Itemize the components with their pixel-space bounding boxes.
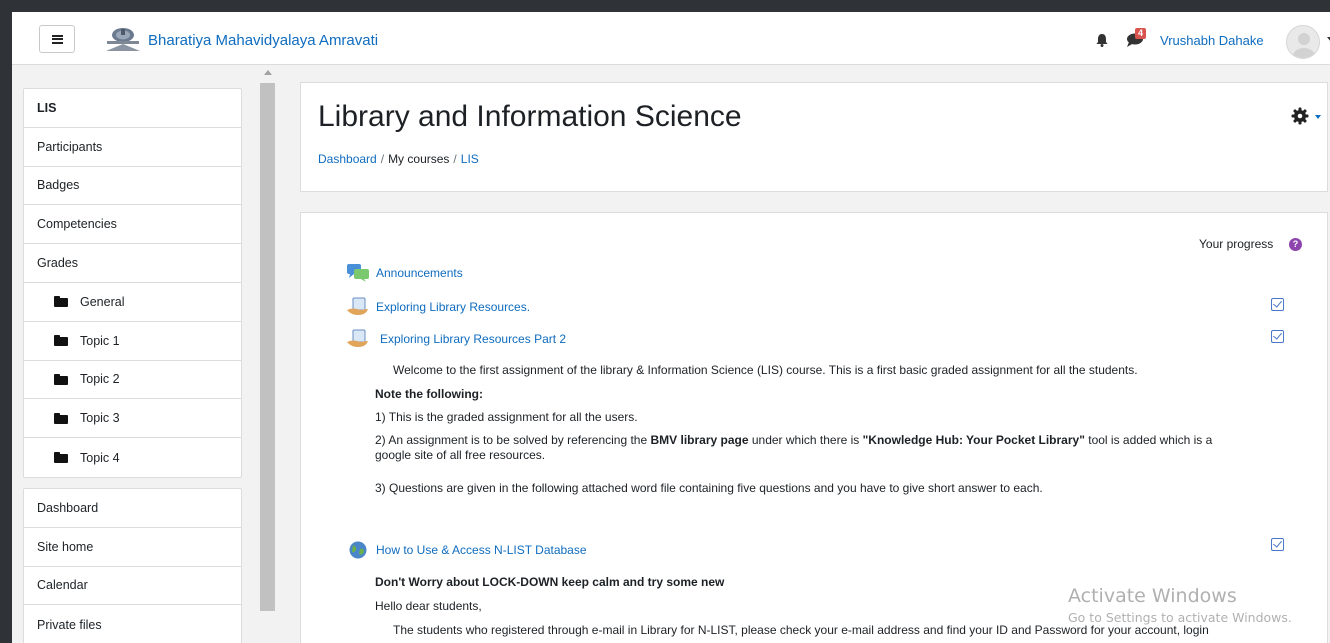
help-icon[interactable]: ? [1289,238,1302,251]
breadcrumb-my-courses[interactable]: My courses [388,152,449,166]
windows-activation-title: Activate Windows [1068,585,1237,607]
sidebar-item-topic-1[interactable]: Topic 1 [24,322,241,361]
sidebar-item-dashboard[interactable]: Dashboard [24,489,241,528]
activity-nlist-database[interactable]: How to Use & Access N-LIST Database [346,540,587,560]
note-point-3: 3) Questions are given in the following … [375,481,1043,495]
note-bold-text: BMV library page [650,433,749,447]
breadcrumb-dashboard[interactable]: Dashboard [318,152,377,166]
gear-icon[interactable] [1291,107,1309,125]
sidebar-item-label: Topic 2 [80,372,120,387]
sidebar-item-label: Private files [37,617,102,632]
note-text: tool is added which is a [1084,433,1213,447]
sidebar-item-topic-3[interactable]: Topic 3 [24,399,241,439]
scroll-up-arrow-icon[interactable] [264,70,272,75]
folder-icon [54,335,68,347]
activity-link[interactable]: Announcements [376,266,463,280]
sidebar-item-label: Grades [37,256,78,271]
nlist-heading: Don't Worry about LOCK-DOWN keep calm an… [375,575,725,589]
drawer-scrollbar-thumb[interactable] [260,83,275,611]
message-count-badge: 4 [1135,28,1147,39]
notifications-bell-icon[interactable] [1095,33,1109,47]
sidebar-item-lis[interactable]: LIS [24,89,241,128]
user-avatar[interactable] [1286,25,1320,59]
sidebar-item-label: Topic 3 [80,411,120,426]
drawer-toggle-button[interactable] [39,25,75,53]
sidebar-item-calendar[interactable]: Calendar [24,567,241,606]
top-navbar: Bharatiya Mahavidyalaya Amravati 4 Vrush… [12,12,1330,65]
note-text: under which there is [748,433,863,447]
folder-icon [54,412,68,424]
sidebar-item-general[interactable]: General [24,283,241,322]
sidebar-item-label: Calendar [37,578,88,593]
sidebar-item-label: Topic 1 [80,333,120,348]
sidebar-item-private-files[interactable]: Private files [24,605,241,643]
sidebar-item-grades[interactable]: Grades [24,244,241,283]
sidebar-item-topic-2[interactable]: Topic 2 [24,361,241,400]
page-header: Library and Information Science Dashboar… [300,82,1328,192]
sidebar-item-site-home[interactable]: Site home [24,528,241,567]
activity-exploring-library-resources-part-2[interactable]: Exploring Library Resources Part 2 [346,329,566,349]
windows-activation-subtitle: Go to Settings to activate Windows. [1068,610,1292,625]
breadcrumb-separator: / [380,152,385,166]
sidebar-item-label: Topic 4 [80,450,120,465]
assignment-intro: Welcome to the first assignment of the l… [393,363,1138,377]
sidebar-item-label: Participants [37,139,103,154]
window-top-frame [0,0,1330,12]
course-content: Your progress ? Announcements Exploring … [300,212,1328,643]
sidebar-item-topic-4[interactable]: Topic 4 [24,438,241,477]
site-name-link[interactable]: Bharatiya Mahavidyalaya Amravati [148,32,378,49]
sidebar-item-label: Badges [37,178,80,193]
nlist-greeting: Hello dear students, [375,599,482,613]
nlist-body: The students who registered through e-ma… [393,623,1209,637]
folder-icon [54,296,68,308]
forum-icon [347,264,369,282]
note-point-1: 1) This is the graded assignment for all… [375,410,638,424]
chevron-down-icon[interactable] [1315,115,1321,119]
completion-checkbox[interactable] [1271,330,1284,343]
activity-exploring-library-resources[interactable]: Exploring Library Resources. [346,297,530,317]
sidebar-item-label: LIS [37,100,57,115]
activity-link[interactable]: Exploring Library Resources Part 2 [380,332,566,346]
sidebar-item-label: Competencies [37,217,117,232]
note-bold-text: "Knowledge Hub: Your Pocket Library" [862,433,1085,447]
completion-checkbox[interactable] [1271,538,1284,551]
page-title: Library and Information Science [318,100,742,133]
assignment-icon [347,297,368,315]
note-text: google site of all free resources. [375,448,546,462]
completion-checkbox[interactable] [1271,298,1284,311]
note-text: 2) An assignment is to be solved by refe… [375,433,651,447]
site-nav-group: Dashboard Site home Calendar Private fil… [23,488,242,643]
assignment-icon [347,329,368,347]
activity-link[interactable]: Exploring Library Resources. [376,300,530,314]
note-point-2: 2) An assignment is to be solved by refe… [375,433,1295,463]
breadcrumb: Dashboard / My courses / LIS [318,152,479,166]
course-nav-group: LIS Participants Badges Competencies Gra… [23,88,242,478]
folder-icon [54,452,68,464]
note-heading: Note the following: [375,387,483,401]
sidebar-item-badges[interactable]: Badges [24,167,241,206]
sidebar-item-participants[interactable]: Participants [24,128,241,167]
user-name[interactable]: Vrushabh Dahake [1160,33,1264,48]
site-logo[interactable] [104,27,142,52]
sidebar-item-competencies[interactable]: Competencies [24,205,241,245]
sidebar-item-label: Dashboard [37,500,99,515]
activity-link[interactable]: How to Use & Access N-LIST Database [376,543,587,557]
folder-icon [54,373,68,385]
window-left-frame [0,12,12,643]
activity-announcements[interactable]: Announcements [346,263,463,283]
sidebar-item-label: General [80,294,125,309]
breadcrumb-lis[interactable]: LIS [461,152,479,166]
hamburger-icon [51,34,63,44]
url-icon [349,541,367,559]
breadcrumb-separator: / [453,152,457,166]
your-progress-label: Your progress [1199,237,1274,251]
sidebar-item-label: Site home [37,539,94,554]
